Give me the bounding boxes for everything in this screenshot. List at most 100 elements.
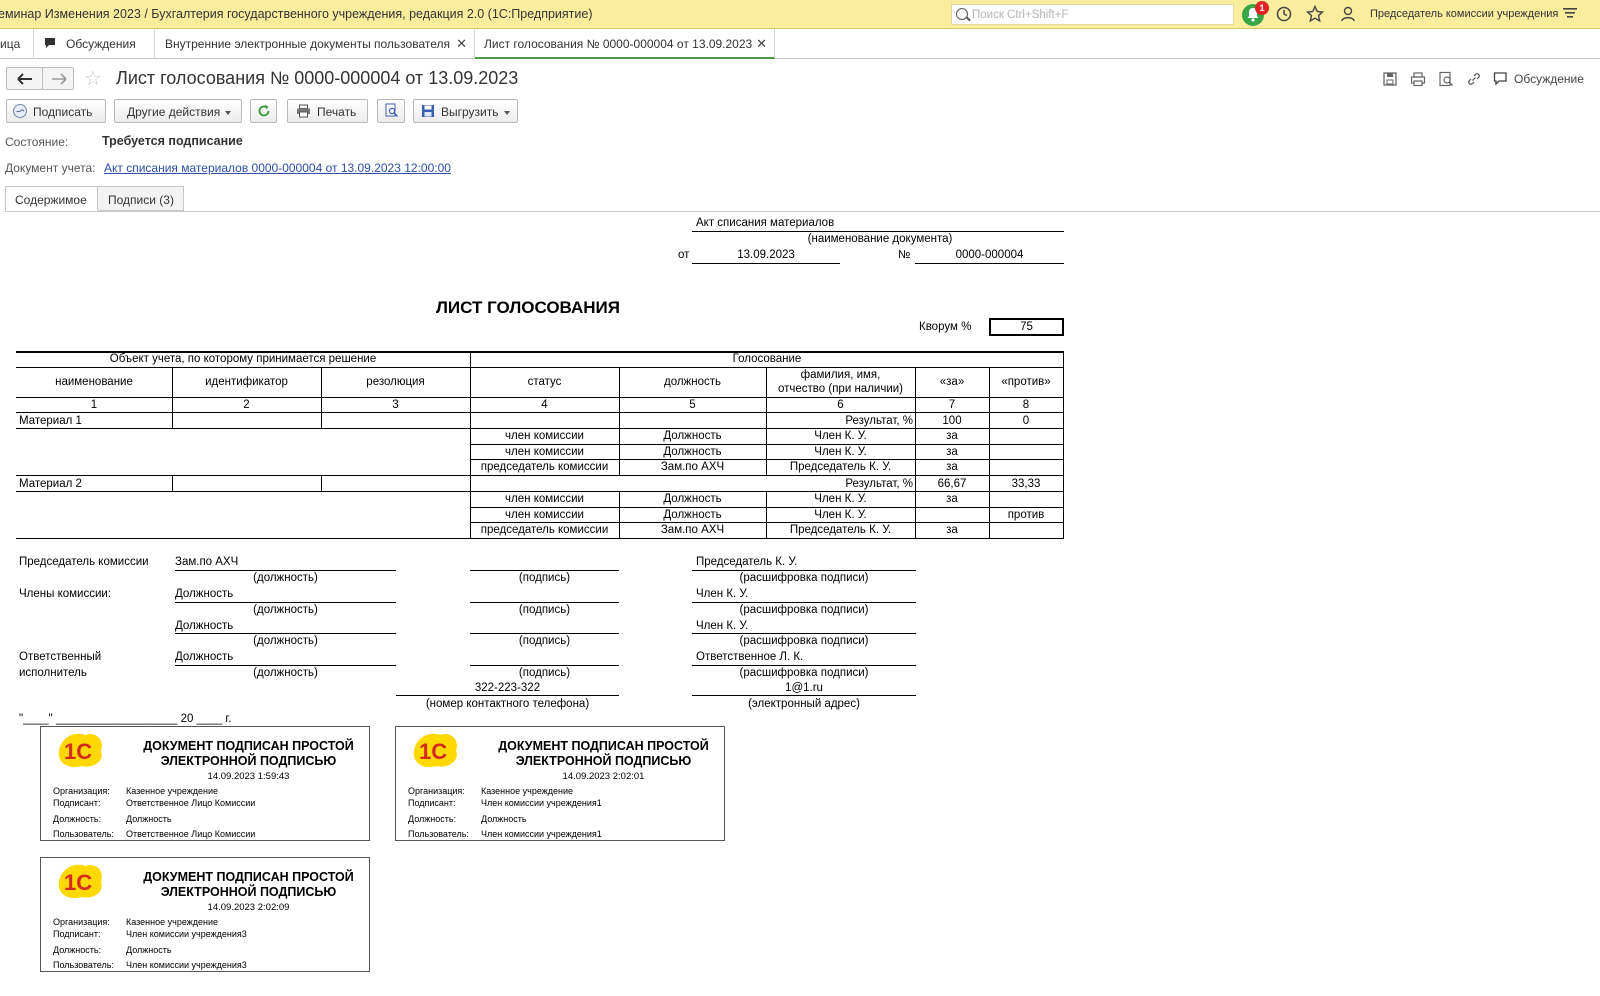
signer-position: Должность (175, 651, 234, 663)
link-icon[interactable] (1466, 71, 1482, 87)
signature-line (692, 570, 916, 571)
print-button[interactable]: Печать (287, 99, 368, 123)
doc-name-caption: (наименование документа) (807, 233, 953, 245)
favorites-star-icon[interactable] (1305, 4, 1326, 25)
date-line: "____" ___________________ 20 ____ г. (19, 713, 232, 725)
table-border (321, 475, 322, 491)
stamp-label: Организация: (53, 917, 110, 927)
column-number: 3 (392, 399, 399, 411)
tab-discussions[interactable]: Обсуждения (34, 29, 155, 59)
chevron-down-icon (503, 110, 510, 115)
refresh-button[interactable] (250, 99, 277, 123)
signature-line (396, 695, 619, 696)
divider (692, 263, 840, 264)
vote-position: Зам.по АХЧ (660, 524, 725, 536)
tab-voting-sheet[interactable]: Лист голосования № 0000-000004 от 13.09.… (475, 29, 775, 59)
discussion-icon[interactable] (1493, 71, 1509, 87)
stamp-label: Должность: (53, 945, 102, 955)
signature-line (692, 695, 916, 696)
column-group-object: Объект учета, по которому принимается ре… (109, 353, 377, 365)
chevron-down-icon (225, 110, 232, 115)
number-label: № (898, 249, 911, 261)
vote-fio: Председатель К. У. (789, 461, 892, 473)
notification-bell-icon[interactable]: 1 (1242, 1, 1269, 26)
forward-button[interactable] (42, 67, 74, 90)
sign-button[interactable]: Подписать (6, 99, 106, 123)
signature-stamp: 1С ДОКУМЕНТ ПОДПИСАН ПРОСТОЙ ЭЛЕКТРОННОЙ … (395, 726, 725, 841)
search-input[interactable] (972, 7, 1227, 23)
signature-line (692, 602, 916, 603)
stamp-org: Казенное учреждение (481, 786, 574, 796)
user-name[interactable]: Председатель комиссии учреждения (1370, 8, 1558, 20)
user-icon[interactable] (1340, 5, 1360, 25)
stamp-datetime: 14.09.2023 1:59:43 (207, 771, 290, 782)
stamp-line1: ДОКУМЕНТ ПОДПИСАН ПРОСТОЙ (143, 739, 354, 753)
voting-sheet-document: Акт списания материалов (наименование до… (0, 212, 1600, 996)
position-caption: (должность) (253, 572, 318, 584)
tab-internal-documents[interactable]: Внутренние электронные документы пользов… (155, 29, 475, 59)
signer-name: Ответственное Л. К. (696, 651, 804, 663)
vote-for: за (946, 461, 958, 473)
back-button[interactable] (6, 67, 43, 90)
stamp-org: Казенное учреждение (126, 917, 219, 927)
decoding-caption: (расшифровка подписи) (739, 667, 869, 679)
print-icon[interactable] (1410, 71, 1426, 87)
tab-label: Внутренние электронные документы пользов… (165, 37, 451, 51)
history-icon[interactable] (1275, 5, 1295, 25)
stamp-position: Должность (126, 945, 172, 955)
app-title: еминар Изменения 2023 / Бухгалтерия госу… (0, 7, 593, 21)
signer-position: Должность (175, 588, 234, 600)
column-header: резолюция (366, 376, 425, 388)
vote-fio: Член К. У. (814, 446, 867, 458)
favorite-star-icon[interactable]: ☆ (84, 66, 102, 91)
table-border (16, 397, 1064, 398)
result-for: 66,67 (937, 478, 967, 490)
table-border (16, 491, 1064, 492)
column-number: 6 (837, 399, 844, 411)
tab-home[interactable]: ица (0, 29, 34, 59)
tab-content[interactable]: Содержимое (5, 186, 98, 211)
close-icon[interactable]: ✕ (756, 36, 767, 52)
export-button[interactable]: Выгрузить (413, 99, 518, 123)
close-icon[interactable]: ✕ (456, 36, 467, 52)
stamp-title: ДОКУМЕНТ ПОДПИСАН ПРОСТОЙ ЭЛЕКТРОННОЙ ПОД… (141, 739, 356, 769)
column-header: отчество (при наличии) (777, 383, 903, 395)
stamp-label: Должность: (53, 814, 102, 824)
preview-button[interactable] (377, 99, 405, 123)
signature-line (175, 633, 396, 634)
tab-signatures[interactable]: Подписи (3) (97, 186, 184, 211)
column-number: 2 (243, 399, 250, 411)
sign-label: Подписать (33, 105, 93, 119)
table-border (16, 367, 1064, 368)
signer-position: Должность (175, 620, 234, 632)
material-name: Материал 2 (19, 478, 82, 490)
signature-line (692, 633, 916, 634)
vote-for: за (946, 493, 958, 505)
stamp-label: Организация: (53, 786, 110, 796)
stamp-label: Пользователь: (408, 829, 469, 839)
other-actions-button[interactable]: Другие действия (114, 99, 242, 123)
doc-name: Акт списания материалов (696, 217, 835, 229)
column-header: «против» (1001, 376, 1051, 388)
vote-fio: Член К. У. (814, 430, 867, 442)
global-search[interactable] (951, 4, 1234, 25)
result-for: 100 (942, 415, 962, 427)
document-link[interactable]: Акт списания материалов 0000-000004 от 1… (104, 161, 451, 175)
menu-icon[interactable] (1562, 5, 1582, 25)
save-icon[interactable] (1382, 71, 1398, 87)
export-label: Выгрузить (441, 105, 499, 119)
vote-fio: Член К. У. (814, 509, 867, 521)
signer-name: Председатель К. У. (696, 556, 798, 568)
stamp-label: Пользователь: (53, 829, 114, 839)
stamp-line1: ДОКУМЕНТ ПОДПИСАН ПРОСТОЙ (143, 870, 354, 884)
stamp-line2: ЭЛЕКТРОННОЙ ПОДПИСЬЮ (160, 885, 337, 899)
vote-position: Должность (663, 430, 722, 442)
column-header: статус (527, 376, 562, 388)
quorum-value: 75 (1020, 321, 1033, 333)
column-number: 4 (541, 399, 548, 411)
stamp-label: Подписант: (53, 929, 101, 939)
phone-caption: (номер контактного телефона) (425, 698, 590, 710)
preview-icon[interactable] (1438, 71, 1454, 87)
vote-status: член комиссии (505, 446, 584, 458)
discussion-button[interactable]: Обсуждение (1514, 72, 1584, 86)
